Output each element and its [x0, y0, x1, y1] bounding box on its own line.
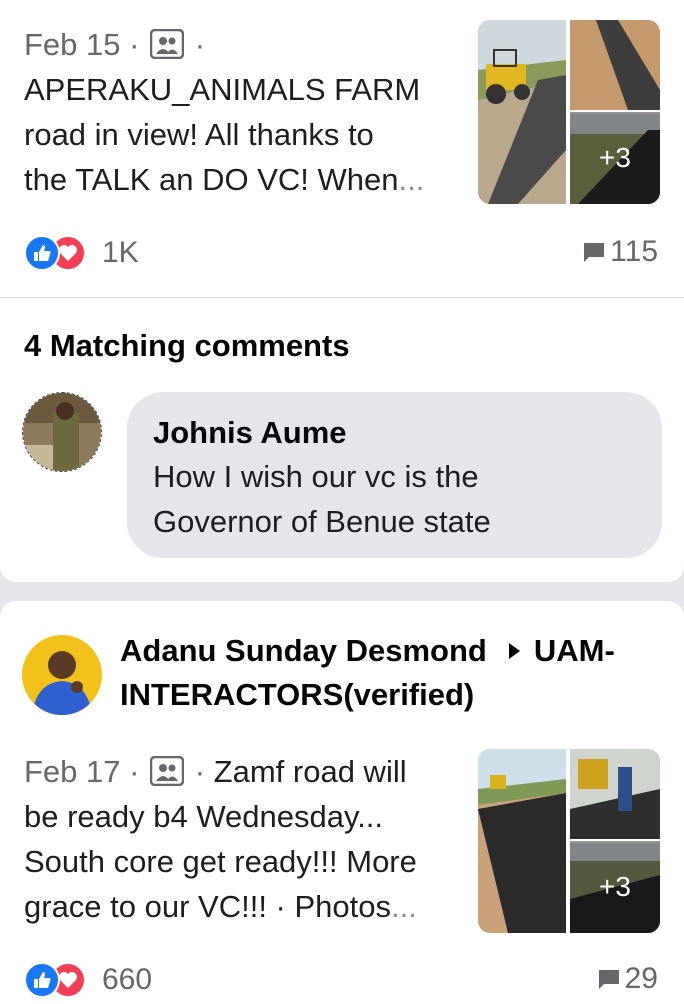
like-icon: [24, 962, 60, 998]
post-card: Adanu Sunday Desmond UAM- INTERACTORS(ver…: [0, 601, 684, 1004]
see-more-ellipsis[interactable]: ...: [398, 162, 424, 197]
post-text[interactable]: Feb 15 · · APERAKU_ANIMALS FARM road in …: [24, 22, 464, 202]
post-text-line: be ready b4 Wednesday...: [24, 799, 384, 834]
comment-count: 29: [624, 962, 658, 995]
comment-count-button[interactable]: 115: [582, 235, 658, 269]
comment-icon: [584, 243, 605, 262]
avatar[interactable]: [22, 635, 102, 715]
comment-icon: [598, 970, 619, 989]
post-card: Feb 15 · · APERAKU_ANIMALS FARM road in …: [0, 0, 684, 582]
comment-count: 115: [610, 235, 658, 268]
avatar[interactable]: [22, 392, 102, 472]
reaction-count: 1K: [102, 236, 139, 269]
like-icon: [24, 235, 60, 271]
post-author-line: Adanu Sunday Desmond UAM- INTERACTORS(ver…: [120, 629, 660, 717]
post-text-line: South core get ready!!! More: [24, 844, 417, 879]
post-text-line: grace to our VC!!! · Photos: [24, 889, 392, 924]
group-photo-icon: [149, 26, 185, 60]
comment-bubble[interactable]: Johnis Aume How I wish our vc is the Gov…: [127, 392, 662, 558]
post-text-line: the TALK an DO VC! When: [24, 162, 399, 197]
group-name[interactable]: UAM-: [534, 633, 615, 668]
photo-grid[interactable]: +3: [478, 749, 660, 933]
post-text-line: APERAKU_ANIMALS FARM: [24, 72, 421, 107]
reactions-summary[interactable]: 660: [24, 962, 152, 998]
post-text-line: road in view! All thanks to: [24, 117, 374, 152]
group-name-cont[interactable]: INTERACTORS(verified): [120, 677, 474, 712]
group-photo-icon: [149, 753, 185, 787]
more-photos-overlay[interactable]: +3: [570, 841, 660, 933]
post-date[interactable]: Feb 15: [24, 27, 121, 62]
comment-author[interactable]: Johnis Aume: [153, 412, 636, 454]
play-triangle-icon: [508, 643, 520, 659]
reaction-count: 660: [102, 963, 153, 996]
matching-comments-heading: 4 Matching comments: [24, 328, 350, 363]
post-author[interactable]: Adanu Sunday Desmond: [120, 633, 487, 668]
more-photos-overlay[interactable]: +3: [570, 112, 660, 204]
comment-text-line: How I wish our vc is the: [153, 459, 479, 494]
see-more-ellipsis[interactable]: ...: [391, 889, 417, 924]
divider: [0, 297, 684, 298]
photo-grid[interactable]: +3: [478, 20, 660, 204]
comment-text-line: Governor of Benue state: [153, 504, 491, 539]
post-text[interactable]: Feb 17 · · Zamf road will be ready b4 We…: [24, 749, 464, 929]
post-date[interactable]: Feb 17: [24, 754, 121, 789]
comment-count-button[interactable]: 29: [597, 962, 658, 996]
reactions-summary[interactable]: 1K: [24, 235, 139, 271]
